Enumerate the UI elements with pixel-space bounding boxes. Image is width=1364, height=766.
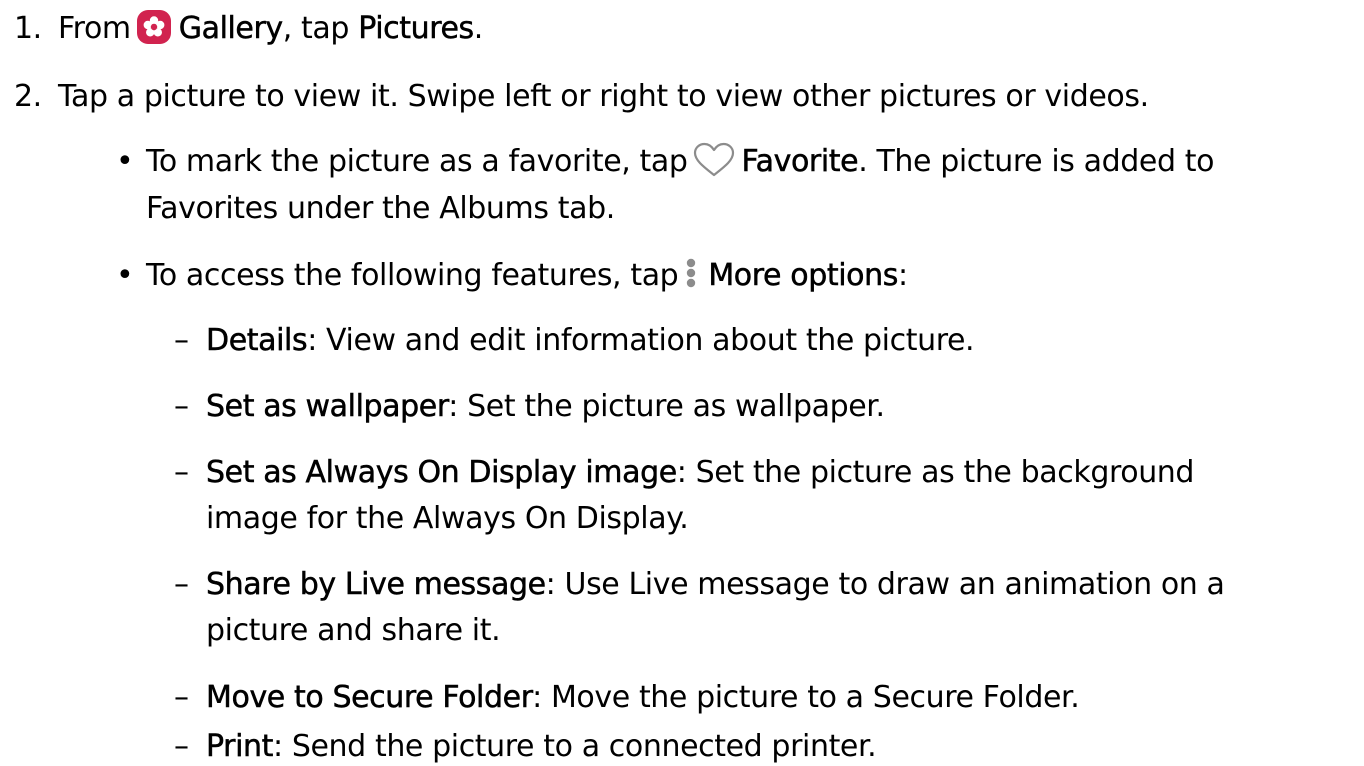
favorite-label: Favorite (741, 144, 859, 180)
option-text: Details: View and edit information about… (206, 322, 975, 360)
option-term: Print (206, 729, 274, 765)
step-text: From Gallery, tap Pictures. (58, 9, 484, 48)
option-description: : Set the picture as the background (676, 455, 1195, 490)
option-text: Print: Send the picture to a connected p… (206, 728, 877, 766)
bullet-text: To mark the picture as a favorite, tap Fa… (146, 142, 1215, 181)
bullet-text: To access the following features, tap Mor… (146, 257, 908, 296)
option-text: Move to Secure Folder: Move the picture … (206, 679, 1080, 717)
step-number: 1. (14, 11, 42, 46)
option-term: Share by Live message (206, 567, 547, 603)
dash-symbol: – (174, 680, 189, 715)
pictures-label: Pictures (358, 11, 475, 47)
more-options-vertical-dots-icon (684, 254, 698, 292)
bullet-symbol: • (116, 258, 134, 293)
option-description: : Set the picture as wallpaper. (448, 389, 885, 424)
gallery-flower-icon (136, 9, 171, 44)
bullet-end: : (897, 258, 908, 293)
option-description: : Move the picture to a Secure Folder. (532, 680, 1080, 715)
bullet-prefix: To access the following features, tap (146, 258, 679, 293)
step-end: . (473, 11, 484, 46)
option-text: Set as Always On Display image: Set the … (206, 454, 1195, 492)
option-term: Set as wallpaper (206, 389, 449, 425)
option-description-continued: picture and share it. (206, 613, 501, 648)
bullet-rest: . The picture is added to (858, 144, 1215, 179)
option-term: Set as Always On Display image (206, 455, 678, 491)
option-text: Share by Live message: Use Live message … (206, 566, 1225, 604)
option-description-continued: image for the Always On Display. (206, 501, 689, 536)
bullet-text-continued: Favorites under the Albums tab. (146, 191, 615, 226)
bullet-symbol: • (116, 144, 134, 179)
bullet-prefix: To mark the picture as a favorite, tap (146, 144, 688, 179)
dash-symbol: – (174, 389, 189, 424)
step-number: 2. (14, 79, 42, 114)
step-prefix: From (58, 11, 131, 46)
option-description: : View and edit information about the pi… (307, 323, 975, 358)
dash-symbol: – (174, 729, 189, 764)
heart-outline-icon (692, 142, 736, 178)
dash-symbol: – (174, 323, 189, 358)
dash-symbol: – (174, 455, 189, 490)
step-text: Tap a picture to view it. Swipe left or … (58, 79, 1149, 114)
option-description: : Use Live message to draw an animation … (545, 567, 1225, 602)
step-middle: , tap (282, 11, 350, 46)
option-text: Set as wallpaper: Set the picture as wal… (206, 388, 885, 426)
dash-symbol: – (174, 567, 189, 602)
gallery-label: Gallery (178, 11, 283, 47)
option-description: : Send the picture to a connected printe… (273, 729, 877, 764)
more-options-label: More options (708, 258, 899, 294)
option-term: Move to Secure Folder (206, 680, 533, 716)
option-term: Details (206, 323, 308, 359)
